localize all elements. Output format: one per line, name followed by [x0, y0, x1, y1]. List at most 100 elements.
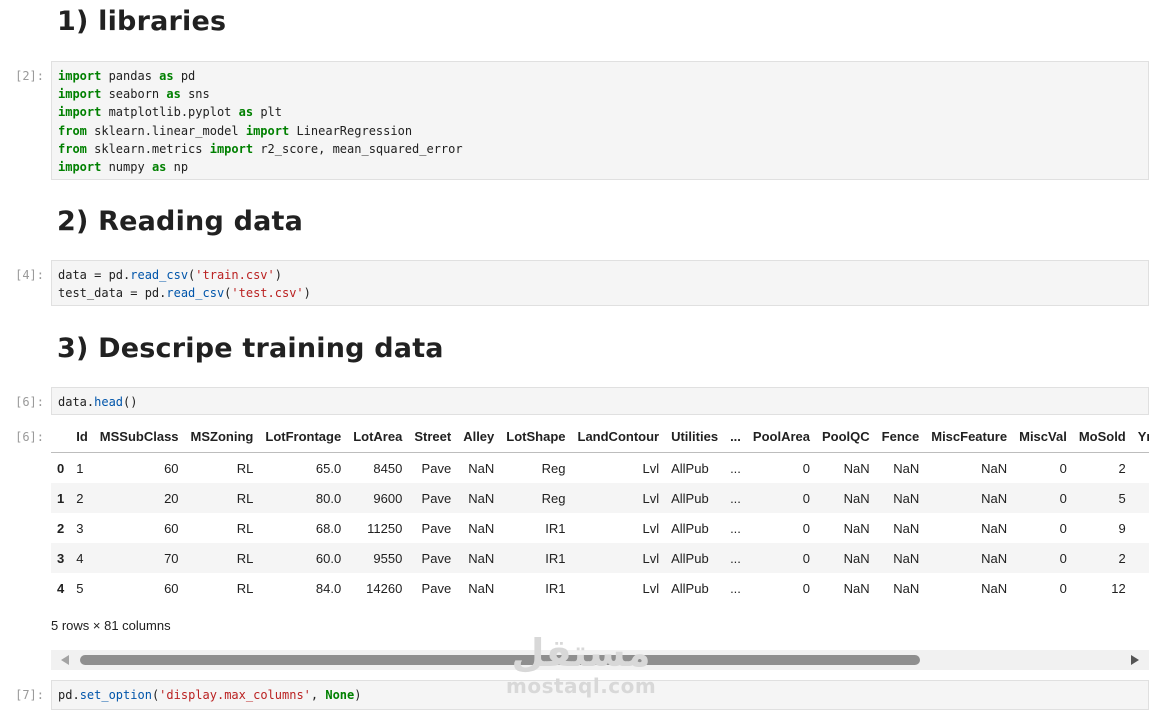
- table-cell: 1: [76, 460, 84, 476]
- column-header: LotArea: [347, 420, 409, 453]
- table-cell: AllPub: [671, 520, 709, 536]
- cell-prompt: [2]:: [15, 69, 44, 83]
- table-cell: 84.0: [315, 580, 342, 596]
- table-cell: Lvl: [642, 520, 660, 536]
- code-line: pd.set_option('display.max_columns', Non…: [58, 686, 1142, 704]
- table-cell: 0: [1059, 460, 1067, 476]
- code-token: plt: [253, 105, 282, 120]
- table-cell: NaN: [468, 460, 495, 476]
- table-cell: Reg: [541, 460, 566, 476]
- table-cell: RL: [236, 550, 254, 566]
- table-cell: NaN: [893, 490, 920, 506]
- table-cell: 2007: [1132, 483, 1149, 513]
- code-token: (): [123, 395, 138, 409]
- table-cell: NaN: [981, 460, 1008, 476]
- code-cell-set-option[interactable]: pd.set_option('display.max_columns', Non…: [51, 680, 1149, 710]
- dataframe-table: Id MSSubClass MSZoning LotFrontage LotArea St…: [51, 420, 1149, 603]
- table-cell: NaN: [843, 520, 870, 536]
- table-cell: Pave: [421, 580, 452, 596]
- column-header: [51, 420, 71, 453]
- row-index: 2: [57, 520, 65, 536]
- table-cell: 12: [1111, 580, 1126, 596]
- column-header: PoolArea: [746, 420, 816, 453]
- scrollbar-thumb[interactable]: [80, 655, 920, 665]
- table-cell: Pave: [421, 520, 452, 536]
- dataframe-summary: 5 rows × 81 columns: [51, 618, 171, 633]
- table-cell: IR1: [545, 580, 566, 596]
- code-token: 'train.csv': [195, 268, 275, 282]
- table-row: 0 1 60 RL 65.0 8450 Pave NaN Reg Lvl AllPub... 0 NaN…: [51, 453, 1149, 484]
- table-cell: 0: [1059, 490, 1067, 506]
- table-cell: IR1: [545, 520, 566, 536]
- table-cell: NaN: [468, 520, 495, 536]
- table-cell: Pave: [421, 550, 452, 566]
- table-cell: 3: [76, 520, 84, 536]
- section-heading-libraries: 1) libraries: [57, 6, 227, 37]
- table-cell: Lvl: [642, 550, 660, 566]
- table-cell: NaN: [981, 520, 1008, 536]
- table-cell: NaN: [843, 550, 870, 566]
- column-header: MSZoning: [184, 420, 260, 453]
- table-cell: 2: [1118, 550, 1126, 566]
- table-cell: 11250: [367, 520, 403, 536]
- row-index: 0: [57, 460, 65, 476]
- code-token: import: [58, 87, 102, 102]
- code-line: import numpy as np: [58, 158, 1142, 176]
- table-row: 4 5 60 RL 84.0 14260 Pave NaN IR1 Lvl AllPub... 0 Na…: [51, 573, 1149, 603]
- column-header: LotFrontage: [259, 420, 348, 453]
- table-cell: 20: [164, 490, 179, 506]
- table-row: 1 2 20 RL 80.0 9600 Pave NaN Reg Lvl AllPub... 0 NaN…: [51, 483, 1149, 513]
- code-line: import matplotlib.pyplot as plt: [58, 103, 1142, 121]
- table-cell: Lvl: [642, 580, 660, 596]
- table-cell: NaN: [893, 550, 920, 566]
- table-cell: 4: [76, 550, 84, 566]
- table-cell: ...: [730, 460, 741, 476]
- table-cell: NaN: [468, 490, 495, 506]
- notebook-page: 1) libraries [2]: import pandas as pd imp…: [0, 0, 1155, 719]
- horizontal-scrollbar[interactable]: [51, 650, 1149, 670]
- table-cell: NaN: [893, 460, 920, 476]
- table-cell: Pave: [421, 460, 452, 476]
- scroll-left-arrow-icon[interactable]: [61, 655, 69, 665]
- table-cell: 2: [76, 490, 84, 506]
- table-cell: 2008: [1132, 453, 1149, 484]
- table-cell: 60: [164, 520, 179, 536]
- table-cell: 14260: [366, 580, 403, 596]
- code-token: read_csv: [130, 268, 189, 282]
- column-header: Fence: [875, 420, 926, 453]
- code-line: import pandas as pd: [58, 67, 1142, 85]
- code-token: as: [151, 159, 167, 174]
- table-cell: 9: [1118, 520, 1126, 536]
- code-cell-imports[interactable]: import pandas as pd import seaborn as sns…: [51, 61, 1149, 180]
- table-cell: ...: [730, 580, 741, 596]
- scroll-right-arrow-icon[interactable]: [1131, 655, 1139, 665]
- code-token: 'display.max_columns': [159, 688, 311, 702]
- row-index: 1: [57, 490, 65, 506]
- table-cell: 0: [1059, 520, 1067, 536]
- code-cell-head[interactable]: data.head(): [51, 387, 1149, 415]
- table-cell: NaN: [981, 580, 1008, 596]
- code-token: ,: [310, 688, 326, 702]
- code-token: ): [354, 688, 362, 702]
- code-token: import: [58, 105, 102, 120]
- table-cell: AllPub: [671, 460, 709, 476]
- table-cell: 9550: [373, 550, 403, 566]
- code-token: as: [238, 105, 254, 120]
- code-token: ): [274, 268, 282, 282]
- table-cell: 2006: [1132, 543, 1149, 573]
- table-cell: NaN: [981, 490, 1008, 506]
- table-cell: NaN: [893, 520, 920, 536]
- table-cell: Lvl: [642, 490, 660, 506]
- code-cell-read-csv[interactable]: data = pd.read_csv('train.csv') test_data…: [51, 260, 1149, 306]
- code-token: r2_score, mean_squared_error: [253, 141, 463, 156]
- table-cell: Lvl: [642, 460, 660, 476]
- table-cell: 8450: [373, 460, 403, 476]
- column-header: Id: [70, 420, 94, 453]
- table-cell: 0: [802, 580, 810, 596]
- table-cell: Pave: [421, 490, 452, 506]
- column-header: LotShape: [500, 420, 572, 453]
- code-token: from: [58, 141, 87, 156]
- column-header: MiscFeature: [925, 420, 1014, 453]
- table-cell: AllPub: [671, 550, 709, 566]
- code-token: None: [325, 688, 355, 702]
